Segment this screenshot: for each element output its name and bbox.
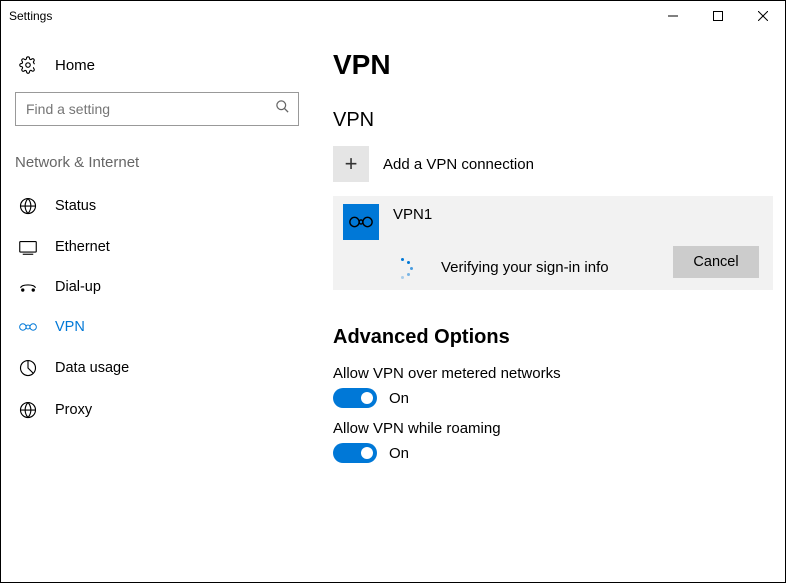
sidebar-home-label: Home [55,57,95,74]
sidebar-home[interactable]: Home [11,46,311,92]
advanced-options-title: Advanced Options [333,326,773,349]
sidebar-item-label: Data usage [55,360,129,376]
data-usage-icon [19,359,41,377]
vpn-connection-name: VPN1 [393,206,432,223]
sidebar-item-proxy[interactable]: Proxy [11,389,311,431]
gear-icon [19,56,41,74]
option-roaming-label: Allow VPN while roaming [333,420,773,437]
sidebar-item-vpn[interactable]: VPN [11,307,311,347]
search-input[interactable] [16,93,298,125]
sidebar-item-dialup[interactable]: Dial-up [11,267,311,307]
sidebar-item-status[interactable]: Status [11,185,311,227]
vpn-connection-card[interactable]: VPN1 Verifying your sign-in info Cancel [333,196,773,290]
section-title: VPN [333,109,773,132]
main-content: VPN VPN + Add a VPN connection VPN1 Veri… [311,31,785,582]
page-title: VPN [333,49,773,81]
window-title: Settings [9,9,650,23]
plus-icon: + [333,146,369,182]
add-vpn-label: Add a VPN connection [383,156,534,173]
vpn-connection-icon [343,204,379,240]
maximize-button[interactable] [695,1,740,31]
sidebar-item-label: Proxy [55,402,92,418]
titlebar: Settings [1,1,785,31]
toggle-roaming[interactable] [333,443,377,463]
titlebar-controls [650,1,785,31]
ethernet-icon [19,240,41,255]
minimize-button[interactable] [650,1,695,31]
close-button[interactable] [740,1,785,31]
proxy-icon [19,401,41,419]
sidebar-item-datausage[interactable]: Data usage [11,347,311,389]
search-box[interactable] [15,92,299,126]
sidebar-category: Network & Internet [11,126,311,185]
spinner-icon [393,258,411,276]
sidebar-item-label: VPN [55,319,85,335]
toggle-roaming-state: On [389,445,409,462]
sidebar-item-label: Ethernet [55,239,110,255]
toggle-metered-state: On [389,390,409,407]
dialup-icon [19,280,41,294]
sidebar: Home Network & Internet Status Ethernet [1,31,311,582]
sidebar-item-label: Status [55,198,96,214]
status-icon [19,197,41,215]
cancel-button[interactable]: Cancel [673,246,759,278]
search-icon [275,99,290,119]
add-vpn-button[interactable]: + Add a VPN connection [333,146,773,182]
vpn-icon [19,320,41,334]
sidebar-item-label: Dial-up [55,279,101,295]
toggle-metered[interactable] [333,388,377,408]
option-metered-label: Allow VPN over metered networks [333,365,773,382]
vpn-status-text: Verifying your sign-in info [441,259,609,276]
sidebar-item-ethernet[interactable]: Ethernet [11,227,311,267]
